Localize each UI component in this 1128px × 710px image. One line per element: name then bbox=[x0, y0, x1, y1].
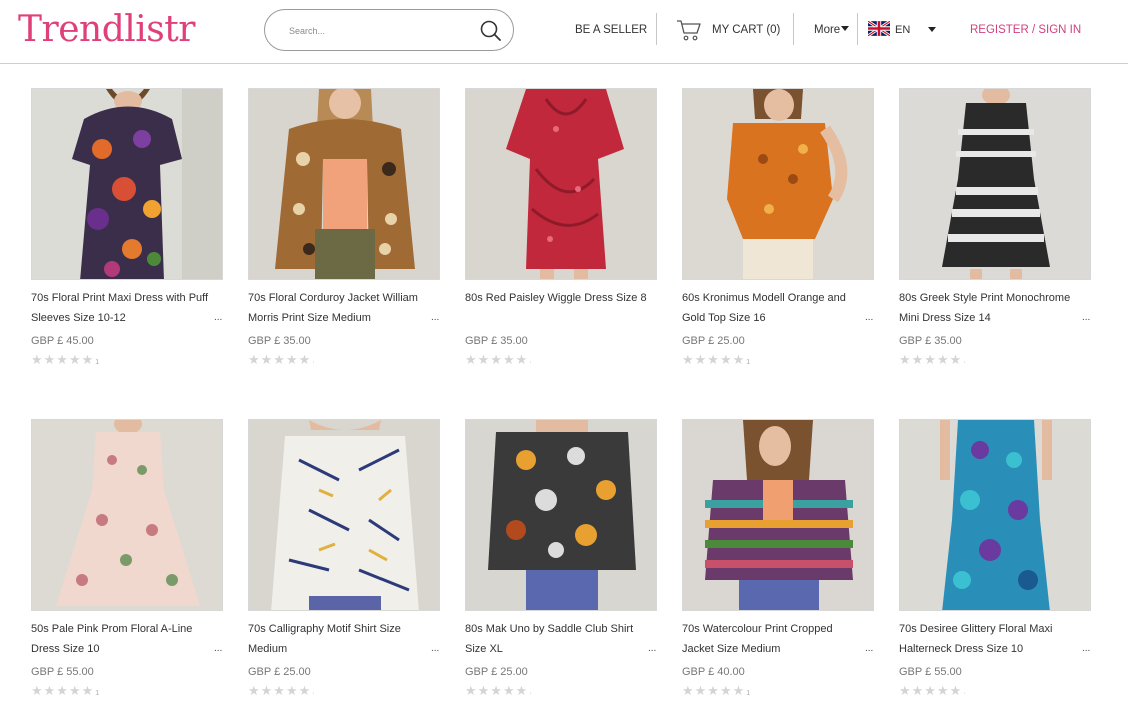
product-card[interactable]: 70s Calligraphy Motif Shirt Size Medium … bbox=[248, 419, 440, 698]
product-title[interactable]: 70s Floral Print Maxi Dress with Puff Sl… bbox=[31, 288, 213, 328]
star-rating-icon: ★★★★★ bbox=[682, 683, 746, 698]
product-rating: ★★★★★1 bbox=[31, 683, 99, 702]
rating-count: · bbox=[312, 690, 315, 697]
title-ellipsis: ... bbox=[214, 312, 223, 323]
product-image[interactable] bbox=[31, 419, 223, 611]
product-price: GBP £ 45.00 bbox=[31, 335, 94, 347]
product-image[interactable] bbox=[899, 419, 1091, 611]
product-title[interactable]: 80s Mak Uno by Saddle Club Shirt Size XL bbox=[465, 619, 647, 659]
product-card[interactable]: 70s Floral Print Maxi Dress with Puff Sl… bbox=[31, 88, 223, 367]
product-card[interactable]: 80s Mak Uno by Saddle Club Shirt Size XL… bbox=[465, 419, 657, 698]
search-icon[interactable] bbox=[478, 18, 504, 44]
product-title[interactable]: 80s Greek Style Print Monochrome Mini Dr… bbox=[899, 288, 1081, 328]
nav-divider bbox=[857, 13, 858, 45]
star-rating-icon: ★★★★★ bbox=[465, 352, 529, 367]
product-card[interactable]: 60s Kronimus Modell Orange and Gold Top … bbox=[682, 88, 874, 367]
register-signin-link[interactable]: REGISTER / SIGN IN bbox=[970, 23, 1081, 37]
star-rating-icon: ★★★★★ bbox=[31, 683, 95, 698]
product-price: GBP £ 35.00 bbox=[465, 335, 528, 347]
title-ellipsis: ... bbox=[431, 312, 440, 323]
product-rating: ★★★★★1 bbox=[682, 683, 750, 702]
caret-down-icon bbox=[841, 26, 850, 31]
product-price: GBP £ 55.00 bbox=[31, 666, 94, 678]
product-image[interactable] bbox=[465, 419, 657, 611]
product-title[interactable]: 70s Watercolour Print Cropped Jacket Siz… bbox=[682, 619, 864, 659]
rating-count: · bbox=[529, 359, 532, 366]
product-rating: ★★★★★· bbox=[248, 683, 315, 702]
star-rating-icon: ★★★★★ bbox=[899, 352, 963, 367]
title-ellipsis: ... bbox=[431, 643, 440, 654]
product-price: GBP £ 40.00 bbox=[682, 666, 745, 678]
product-title[interactable]: 70s Floral Corduroy Jacket William Morri… bbox=[248, 288, 430, 328]
star-rating-icon: ★★★★★ bbox=[465, 683, 529, 698]
product-rating: ★★★★★· bbox=[899, 683, 966, 702]
product-image[interactable] bbox=[899, 88, 1091, 280]
product-price: GBP £ 55.00 bbox=[899, 666, 962, 678]
product-card[interactable]: 70s Watercolour Print Cropped Jacket Siz… bbox=[682, 419, 874, 698]
product-title[interactable]: 60s Kronimus Modell Orange and Gold Top … bbox=[682, 288, 864, 328]
product-price: GBP £ 25.00 bbox=[465, 666, 528, 678]
product-price: GBP £ 35.00 bbox=[899, 335, 962, 347]
star-rating-icon: ★★★★★ bbox=[31, 352, 95, 367]
product-rating: ★★★★★· bbox=[248, 352, 315, 371]
more-menu-label: More bbox=[814, 24, 841, 36]
rating-count: 1 bbox=[95, 359, 100, 366]
star-rating-icon: ★★★★★ bbox=[899, 683, 963, 698]
site-header: Trendlistr BE A SELLER MY CART (0) More … bbox=[0, 0, 1128, 64]
product-price: GBP £ 25.00 bbox=[682, 335, 745, 347]
product-rating: ★★★★★· bbox=[465, 683, 532, 702]
product-title[interactable]: 70s Desiree Glittery Floral Maxi Haltern… bbox=[899, 619, 1081, 659]
product-rating: ★★★★★1 bbox=[31, 352, 99, 371]
nav-divider bbox=[793, 13, 794, 45]
star-rating-icon: ★★★★★ bbox=[682, 352, 746, 367]
product-rating: ★★★★★· bbox=[465, 352, 532, 371]
search-box[interactable] bbox=[264, 9, 514, 51]
title-ellipsis: ... bbox=[1082, 312, 1091, 323]
product-card[interactable]: 70s Desiree Glittery Floral Maxi Haltern… bbox=[899, 419, 1091, 698]
logo[interactable]: Trendlistr bbox=[18, 8, 195, 52]
rating-count: 1 bbox=[746, 359, 751, 366]
product-card[interactable]: 70s Floral Corduroy Jacket William Morri… bbox=[248, 88, 440, 367]
product-price: GBP £ 25.00 bbox=[248, 666, 311, 678]
product-card[interactable]: 80s Red Paisley Wiggle Dress Size 8 GBP … bbox=[465, 88, 657, 367]
rating-count: · bbox=[312, 359, 315, 366]
star-rating-icon: ★★★★★ bbox=[248, 352, 312, 367]
star-rating-icon: ★★★★★ bbox=[248, 683, 312, 698]
product-image[interactable] bbox=[31, 88, 223, 280]
title-ellipsis: ... bbox=[865, 312, 874, 323]
product-rating: ★★★★★1 bbox=[682, 352, 750, 371]
product-title[interactable]: 50s Pale Pink Prom Floral A-Line Dress S… bbox=[31, 619, 213, 659]
language-dropdown-icon[interactable] bbox=[928, 27, 936, 32]
product-price: GBP £ 35.00 bbox=[248, 335, 311, 347]
nav-divider bbox=[656, 13, 657, 45]
search-input[interactable] bbox=[289, 21, 469, 41]
rating-count: · bbox=[963, 359, 966, 366]
rating-count: 1 bbox=[95, 690, 100, 697]
product-image[interactable] bbox=[682, 419, 874, 611]
product-image[interactable] bbox=[248, 419, 440, 611]
product-card[interactable]: 50s Pale Pink Prom Floral A-Line Dress S… bbox=[31, 419, 223, 698]
title-ellipsis: ... bbox=[214, 643, 223, 654]
title-ellipsis: ... bbox=[648, 643, 657, 654]
uk-flag-icon[interactable] bbox=[868, 21, 890, 36]
be-a-seller-link[interactable]: BE A SELLER bbox=[575, 23, 647, 37]
product-title[interactable]: 80s Red Paisley Wiggle Dress Size 8 bbox=[465, 288, 647, 308]
product-card[interactable]: 80s Greek Style Print Monochrome Mini Dr… bbox=[899, 88, 1091, 367]
my-cart-link[interactable]: MY CART (0) bbox=[712, 23, 780, 37]
product-title[interactable]: 70s Calligraphy Motif Shirt Size Medium bbox=[248, 619, 430, 659]
more-menu[interactable]: More bbox=[814, 23, 850, 37]
cart-icon[interactable] bbox=[676, 18, 702, 42]
product-image[interactable] bbox=[248, 88, 440, 280]
rating-count: · bbox=[529, 690, 532, 697]
product-image[interactable] bbox=[682, 88, 874, 280]
product-image[interactable] bbox=[465, 88, 657, 280]
title-ellipsis: ... bbox=[1082, 643, 1091, 654]
product-rating: ★★★★★· bbox=[899, 352, 966, 371]
rating-count: · bbox=[963, 690, 966, 697]
rating-count: 1 bbox=[746, 690, 751, 697]
language-label[interactable]: EN bbox=[895, 23, 910, 37]
title-ellipsis: ... bbox=[865, 643, 874, 654]
